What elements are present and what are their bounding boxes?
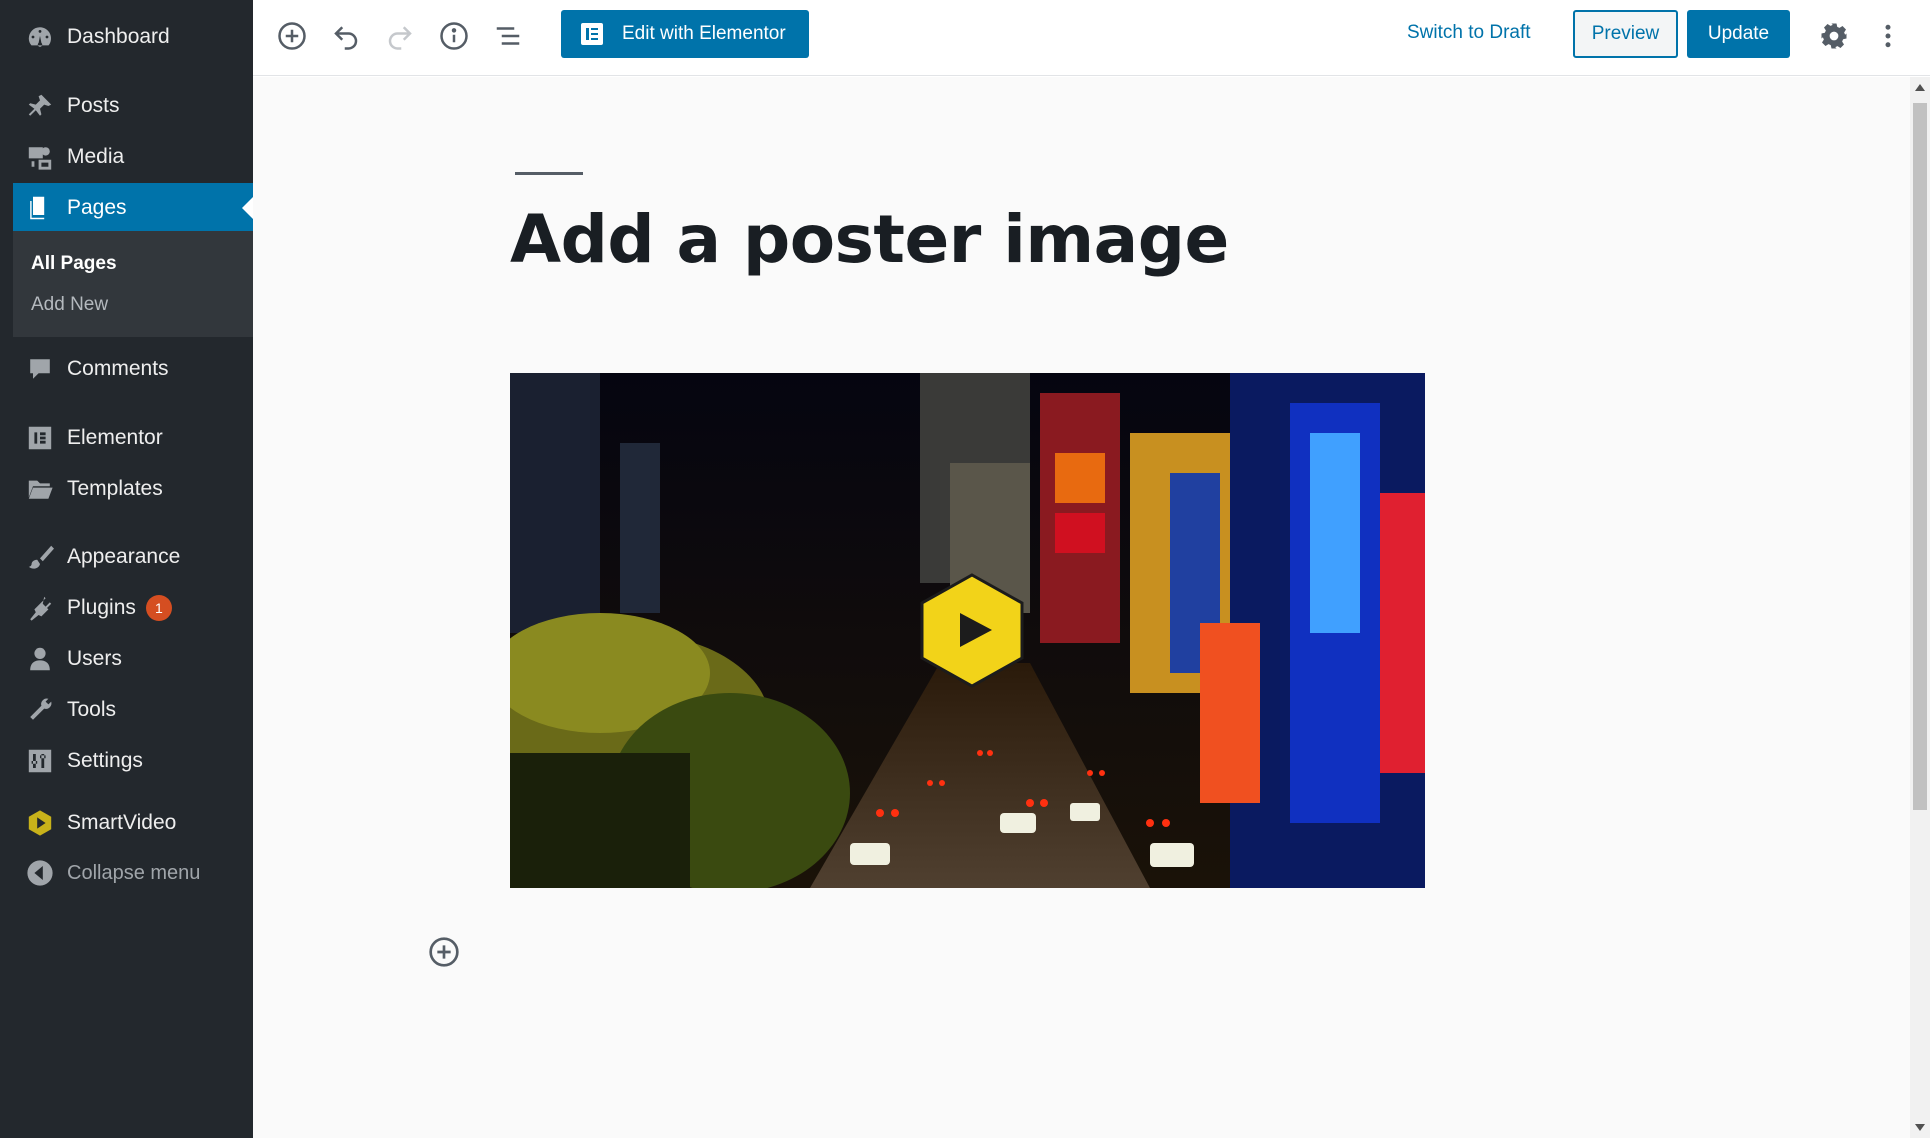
sidebar-item-label: Pages — [67, 196, 127, 219]
sidebar-item-label: Comments — [67, 357, 169, 380]
folder-icon — [25, 474, 55, 504]
sidebar-item-label: Users — [67, 647, 122, 670]
undo-icon — [334, 26, 358, 50]
sidebar-item-comments[interactable]: Comments — [0, 344, 253, 394]
video-block[interactable] — [510, 373, 1425, 888]
scroll-up-arrow[interactable] — [1915, 84, 1925, 91]
sidebar-item-label: Dashboard — [67, 25, 170, 48]
sidebar-item-label: Settings — [67, 749, 143, 772]
sidebar-item-label: Templates — [67, 477, 163, 500]
more-options-button[interactable] — [1868, 16, 1908, 56]
plug-icon — [25, 593, 55, 623]
scrollbar-thumb[interactable] — [1913, 103, 1927, 810]
page-title[interactable]: Add a poster image — [510, 201, 1229, 278]
preview-button[interactable]: Preview — [1573, 10, 1678, 58]
dashboard-icon — [25, 22, 55, 52]
pages-icon — [25, 193, 55, 223]
edit-with-elementor-button[interactable]: Edit with Elementor — [561, 10, 809, 58]
collapse-icon — [25, 858, 55, 888]
sidebar-item-posts[interactable]: Posts — [0, 81, 253, 131]
media-icon — [25, 142, 55, 172]
outline-button[interactable] — [488, 16, 528, 56]
sidebar-item-media[interactable]: Media — [0, 132, 253, 182]
sidebar-item-label: Media — [67, 145, 125, 168]
title-divider — [515, 172, 583, 175]
editor-toolbar: Edit with Elementor Switch to Draft Prev… — [253, 0, 1930, 76]
kebab-icon — [1885, 24, 1891, 48]
brush-icon — [25, 542, 55, 572]
edit-with-elementor-label: Edit with Elementor — [622, 23, 786, 44]
settings-button[interactable] — [1814, 16, 1854, 56]
wrench-icon — [25, 695, 55, 725]
add-block-inline-button[interactable] — [428, 936, 460, 968]
sidebar-item-settings[interactable]: Settings — [0, 736, 253, 786]
pages-submenu: All Pages Add New — [13, 231, 253, 337]
sidebar-item-templates[interactable]: Templates — [0, 464, 253, 514]
comment-icon — [25, 354, 55, 384]
admin-sidebar: Dashboard Posts Media Pages All Pages Ad… — [0, 0, 253, 1138]
sidebar-item-label: Plugins — [67, 596, 136, 619]
sidebar-item-pages[interactable]: Pages — [13, 183, 253, 233]
elementor-icon — [25, 423, 55, 453]
sidebar-item-tools[interactable]: Tools — [0, 685, 253, 735]
info-button[interactable] — [434, 16, 474, 56]
update-button[interactable]: Update — [1687, 10, 1790, 58]
sidebar-item-label: Appearance — [67, 545, 181, 568]
sidebar-item-label: Posts — [67, 94, 120, 117]
redo-button[interactable] — [380, 16, 420, 56]
sidebar-item-dashboard[interactable]: Dashboard — [0, 12, 253, 62]
smartvideo-icon — [25, 808, 55, 838]
sidebar-item-elementor[interactable]: Elementor — [0, 413, 253, 463]
sidebar-item-label: SmartVideo — [67, 811, 177, 834]
submenu-add-new[interactable]: Add New — [31, 294, 108, 316]
sliders-icon — [25, 746, 55, 776]
sidebar-item-label: Tools — [67, 698, 117, 721]
scroll-down-arrow[interactable] — [1915, 1124, 1925, 1131]
update-count-badge: 1 — [145, 595, 172, 621]
collapse-menu-button[interactable]: Collapse menu — [0, 848, 253, 898]
sidebar-item-label: Elementor — [67, 426, 163, 449]
undo-button[interactable] — [326, 16, 366, 56]
elementor-icon — [581, 23, 603, 45]
info-icon — [440, 22, 468, 50]
sidebar-item-plugins[interactable]: Plugins 1 — [0, 583, 253, 633]
sidebar-item-appearance[interactable]: Appearance — [0, 532, 253, 582]
sidebar-item-label: Collapse menu — [67, 861, 201, 884]
plus-circle-icon — [278, 22, 306, 50]
list-icon — [496, 27, 520, 45]
pin-icon — [25, 91, 55, 121]
switch-to-draft-button[interactable]: Switch to Draft — [1407, 22, 1531, 44]
add-block-button[interactable] — [272, 16, 312, 56]
editor-canvas: Add a poster image — [253, 77, 1910, 1138]
user-icon — [25, 644, 55, 674]
sidebar-item-users[interactable]: Users — [0, 634, 253, 684]
scrollbar[interactable] — [1910, 77, 1930, 1138]
play-icon[interactable] — [920, 573, 1024, 688]
sidebar-item-smartvideo[interactable]: SmartVideo — [0, 798, 253, 848]
submenu-all-pages[interactable]: All Pages — [31, 253, 117, 275]
redo-icon — [388, 26, 412, 50]
gear-icon — [1821, 23, 1847, 49]
